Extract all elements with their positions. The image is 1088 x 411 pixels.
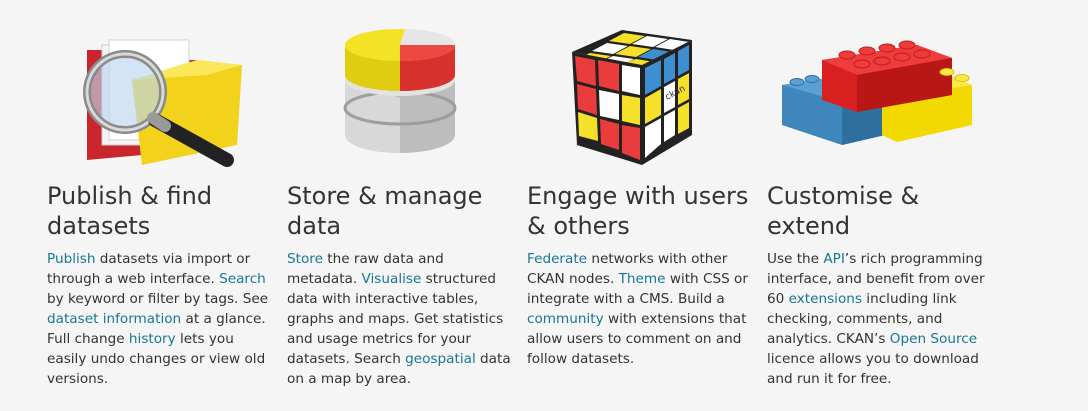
feature-text: licence allows you to download and run i… [767, 351, 979, 387]
feature-title: Engage with users & others [527, 181, 767, 241]
feature-description: Publish datasets via import or through a… [47, 249, 277, 389]
title-line-1: Engage with users [527, 182, 749, 210]
feature-link[interactable]: history [129, 331, 176, 347]
feature-link[interactable]: geospatial [405, 351, 476, 367]
title-line-2: extend [767, 212, 851, 240]
feature-description: Federate networks with other CKAN nodes.… [527, 249, 757, 369]
feature-link[interactable]: Open Source [890, 331, 977, 347]
title-line-2: datasets [47, 212, 151, 240]
feature-title: Store & manage data [287, 181, 527, 241]
feature-link[interactable]: Federate [527, 251, 587, 267]
feature-link[interactable]: Visualise [362, 271, 422, 287]
database-pie-icon [287, 20, 513, 170]
feature-link[interactable]: extensions [789, 291, 862, 307]
feature-link[interactable]: Store [287, 251, 323, 267]
feature-text: by keyword or filter by tags. See [47, 291, 269, 307]
feature-text: Use the [767, 251, 824, 267]
lego-bricks-icon [767, 20, 993, 170]
feature-link[interactable]: API [823, 251, 845, 267]
title-line-1: Customise & [767, 182, 920, 210]
feature-link[interactable]: Theme [619, 271, 666, 287]
feature-link[interactable]: Publish [47, 251, 95, 267]
feature-title: Customise & extend [767, 181, 1007, 241]
feature-link[interactable]: Search [219, 271, 266, 287]
feature-link[interactable]: community [527, 311, 604, 327]
ckan-cube-icon: ckan [527, 20, 753, 170]
title-line-2: & others [527, 212, 630, 240]
feature-link[interactable]: dataset information [47, 311, 181, 327]
feature-description: Store the raw data and metadata. Visuali… [287, 249, 517, 389]
title-line-2: data [287, 212, 342, 240]
folder-magnifier-icon [47, 20, 273, 170]
feature-description: Use the API’s rich programming interface… [767, 249, 997, 389]
features-section: Publish & find datasets Publish datasets… [0, 0, 1088, 411]
feature-title: Publish & find datasets [47, 181, 287, 241]
title-line-1: Store & manage [287, 182, 483, 210]
title-line-1: Publish & find [47, 182, 213, 210]
